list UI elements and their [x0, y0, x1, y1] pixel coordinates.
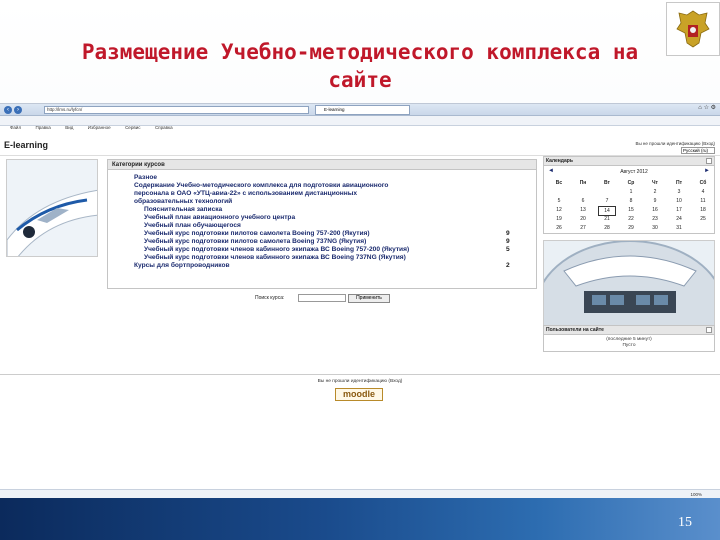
calendar-weekday: Сб — [699, 180, 707, 186]
tab-elearning[interactable]: E-learning — [315, 105, 410, 115]
language-select[interactable]: Русский (ru) — [681, 147, 715, 154]
search-input[interactable] — [298, 294, 346, 302]
window-controls[interactable]: ⌂ ☆ ⚙ — [698, 104, 716, 111]
calendar-day[interactable]: 20 — [574, 215, 592, 223]
moodle-logo[interactable]: moodle — [335, 388, 383, 401]
category-umk-line-3[interactable]: образовательных технологий — [134, 198, 232, 206]
calendar-day[interactable]: 12 — [550, 206, 568, 214]
subcategory-student-plan[interactable]: Учебный план обучающегося — [144, 222, 241, 230]
calendar-title-text: Календарь — [546, 158, 573, 164]
slide-page-number: 15 — [678, 515, 692, 530]
calendar-weekday: Пн — [579, 180, 587, 186]
calendar-day[interactable]: 9 — [646, 197, 664, 205]
calendar-weekday: Вт — [604, 180, 610, 186]
calendar-day[interactable]: 18 — [694, 206, 712, 214]
online-users-block: Пользователи на сайте (последние 5 минут… — [543, 325, 715, 352]
browser-window: ‹ › http://lms.ru/lyfcn/ E-learning ⌂ ☆ … — [0, 103, 720, 499]
online-users-content: (последние 5 минут) Пусто — [544, 335, 714, 349]
category-umk-line-2[interactable]: персонала в ОАО «УТЦ-авиа-22» с использо… — [134, 190, 357, 198]
calendar-day[interactable]: 17 — [670, 206, 688, 214]
calendar-day[interactable]: 26 — [550, 224, 568, 232]
course-categories-block: Категории курсов Разное Содержание Учебн… — [107, 159, 537, 289]
online-users-title: Пользователи на сайте — [544, 326, 714, 335]
calendar-day[interactable]: 27 — [574, 224, 592, 232]
calendar-day[interactable]: 30 — [646, 224, 664, 232]
calendar-day[interactable]: 15 — [622, 206, 640, 214]
collapse-icon[interactable] — [706, 327, 712, 333]
calendar-day[interactable]: 13 — [574, 206, 592, 214]
calendar-day[interactable]: 22 — [622, 215, 640, 223]
zoom-level[interactable]: 100% — [690, 492, 702, 497]
calendar-month: Август 2012 — [620, 169, 648, 175]
browser-menu: Файл Правка Вид Избранное Сервис Справка — [0, 116, 720, 130]
site-name[interactable]: E-learning — [4, 140, 48, 150]
calendar-next-icon[interactable]: ► — [704, 168, 710, 174]
slide-bottom-bar — [0, 498, 720, 540]
address-bar[interactable]: http://lms.ru/lyfcn/ — [44, 106, 309, 114]
calendar-weekday: Пт — [675, 180, 683, 186]
online-users-status: Пусто — [622, 343, 636, 348]
calendar-block: Календарь ◄ Август 2012 ► Вс Пн Вт Ср Чт Пт Сб… — [543, 156, 715, 234]
calendar-day[interactable]: 11 — [694, 197, 712, 205]
login-status[interactable]: Вы не прошли идентификацию (Вход) — [635, 141, 715, 146]
calendar-day[interactable]: 16 — [646, 206, 664, 214]
course-count: 9 — [506, 238, 510, 245]
footer-divider — [0, 374, 720, 375]
calendar-day[interactable]: 28 — [598, 224, 616, 232]
calendar-day[interactable]: 6 — [574, 197, 592, 205]
subcategory-center-plan[interactable]: Учебный план авиационного учебного центр… — [144, 214, 295, 222]
calendar-title: Календарь — [544, 157, 714, 166]
subcategory-crew-757[interactable]: Учебный курс подготовки членов кабинного… — [144, 246, 409, 254]
calendar-day[interactable]: 23 — [646, 215, 664, 223]
calendar-weekday: Вс — [555, 180, 563, 186]
back-icon[interactable]: ‹ — [4, 106, 12, 114]
calendar-day[interactable]: 1 — [622, 188, 640, 196]
page-header: E-learning Вы не прошли идентификацию (В… — [0, 126, 720, 156]
subcategory-crew-737[interactable]: Учебный курс подготовки членов кабинного… — [144, 254, 406, 262]
slide-title: Размещение Учебно-методического комплекс… — [40, 38, 680, 94]
online-users-title-text: Пользователи на сайте — [546, 327, 604, 333]
calendar-day[interactable]: 3 — [670, 188, 688, 196]
search-apply-button[interactable]: Применить — [348, 294, 390, 303]
category-misc[interactable]: Разное — [134, 174, 157, 182]
subcategory-pilots-737[interactable]: Учебный курс подготовки пилотов самолета… — [144, 238, 366, 246]
calendar-prev-icon[interactable]: ◄ — [548, 168, 554, 174]
slide-title-line-1: Размещение Учебно-методического комплекс… — [81, 40, 639, 64]
subcategory-explanatory-note[interactable]: Пояснительная записка — [144, 206, 222, 214]
collapse-icon[interactable] — [706, 158, 712, 164]
calendar-weekday: Ср — [627, 180, 635, 186]
footer-login-status[interactable]: Вы не прошли идентификацию (Вход) — [0, 379, 720, 384]
search-label: Поиск курса: — [255, 295, 285, 301]
airplane-image — [6, 159, 98, 257]
calendar-day[interactable]: 21 — [598, 215, 616, 223]
categories-header: Категории курсов — [108, 160, 536, 170]
category-umk-line-1[interactable]: Содержание Учебно-методического комплекс… — [134, 182, 388, 190]
course-count: 9 — [506, 230, 510, 237]
category-flight-attendants[interactable]: Курсы для бортпроводников — [134, 262, 230, 270]
course-count: 5 — [506, 246, 510, 253]
course-count: 2 — [506, 262, 510, 269]
calendar-day[interactable]: 31 — [670, 224, 688, 232]
calendar-day[interactable]: 19 — [550, 215, 568, 223]
calendar-day[interactable]: 24 — [670, 215, 688, 223]
calendar-day[interactable]: 4 — [694, 188, 712, 196]
calendar-day[interactable]: 29 — [622, 224, 640, 232]
address-row: ‹ › http://lms.ru/lyfcn/ E-learning ⌂ ☆ … — [0, 104, 720, 116]
calendar-day[interactable]: 25 — [694, 215, 712, 223]
subcategory-pilots-757[interactable]: Учебный курс подготовки пилотов самолета… — [144, 230, 370, 238]
calendar-day[interactable]: 7 — [598, 197, 616, 205]
calendar-day[interactable]: 5 — [550, 197, 568, 205]
cockpit-image — [543, 240, 715, 326]
forward-icon[interactable]: › — [14, 106, 22, 114]
calendar-weekday: Чт — [652, 180, 658, 186]
calendar-day[interactable]: 8 — [622, 197, 640, 205]
calendar-day[interactable]: 10 — [670, 197, 688, 205]
calendar-day[interactable]: 2 — [646, 188, 664, 196]
slide-title-line-2: сайте — [328, 68, 392, 92]
coat-of-arms-icon — [666, 2, 720, 56]
